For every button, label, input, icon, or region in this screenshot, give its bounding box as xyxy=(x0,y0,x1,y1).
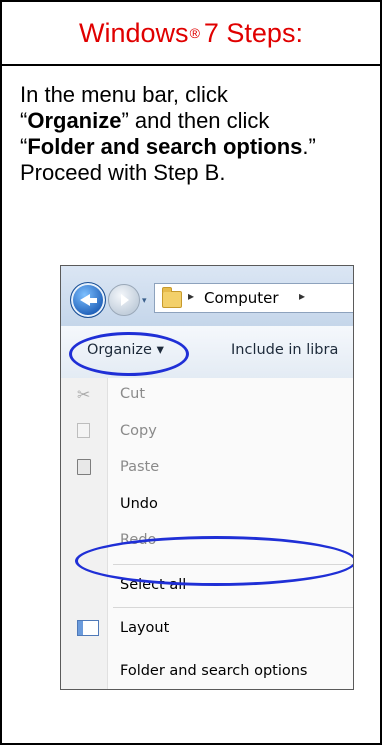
menu-item-cut[interactable]: Cut xyxy=(120,386,145,402)
title-suffix: 7 Steps: xyxy=(203,17,303,48)
command-bar: Organize ▾ Include in libra xyxy=(61,326,353,379)
instructions: In the menu bar, click “Organize” and th… xyxy=(20,82,350,186)
history-dropdown-icon[interactable]: ▾ xyxy=(142,296,147,306)
organize-menu: ✂ Cut Copy Paste Undo Redo Select all La… xyxy=(61,378,353,689)
quote-close-1: ” and then click xyxy=(121,108,270,133)
step-panel: Windows ® 7 Steps: In the menu bar, click … xyxy=(0,0,382,745)
folder-options-emphasis: Folder and search options xyxy=(27,134,303,159)
organize-emphasis: Organize xyxy=(27,108,122,133)
instruction-line1: In the menu bar, click xyxy=(20,82,228,107)
menu-item-copy[interactable]: Copy xyxy=(120,423,157,439)
back-arrow-icon[interactable] xyxy=(70,282,106,318)
title-text: Windows xyxy=(79,17,189,48)
menu-item-undo[interactable]: Undo xyxy=(120,496,158,512)
menu-item-paste[interactable]: Paste xyxy=(120,459,159,475)
copy-icon xyxy=(77,423,90,438)
menu-divider-2 xyxy=(113,607,353,608)
layout-icon xyxy=(77,620,99,636)
folder-options-highlight-circle xyxy=(75,536,353,586)
path-box[interactable]: ▸ Computer ▸ xyxy=(154,283,353,313)
folder-icon xyxy=(162,287,182,308)
scissors-icon: ✂ xyxy=(77,385,91,404)
include-in-library-button[interactable]: Include in libra xyxy=(231,342,338,358)
path-separator-icon[interactable]: ▸ xyxy=(188,289,194,303)
explorer-screenshot: ▾ ▸ Computer ▸ Organize ▾ Include in lib… xyxy=(60,265,354,690)
path-separator-icon-2[interactable]: ▸ xyxy=(299,289,305,303)
address-bar: ▾ ▸ Computer ▸ xyxy=(61,266,353,326)
title-registered-mark: ® xyxy=(189,25,200,41)
organize-highlight-circle xyxy=(69,332,189,376)
menu-item-folder-and-search-options[interactable]: Folder and search options xyxy=(120,663,308,679)
forward-arrow-icon[interactable] xyxy=(108,284,140,316)
paste-icon xyxy=(77,459,91,475)
step-title: Windows ® 7 Steps: xyxy=(2,2,380,66)
path-computer[interactable]: Computer xyxy=(204,289,279,307)
menu-item-layout[interactable]: Layout xyxy=(120,620,169,636)
